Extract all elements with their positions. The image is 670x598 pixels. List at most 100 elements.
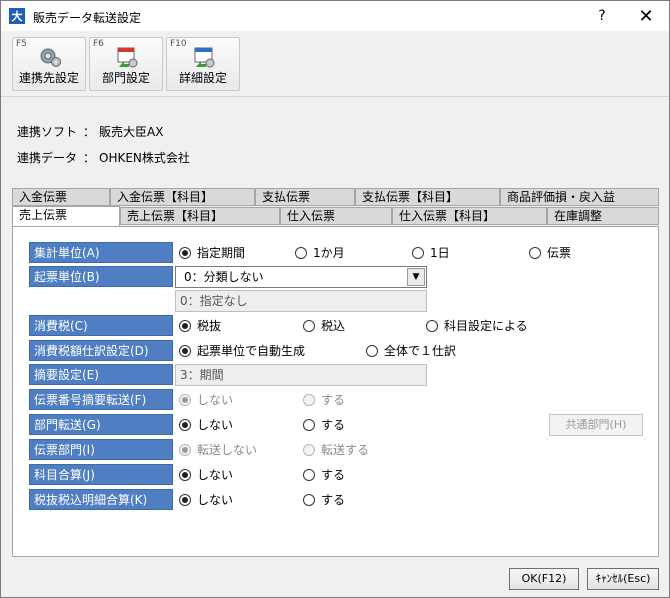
ok-button[interactable]: OK(F12) xyxy=(509,568,579,590)
summary-setting-label: 摘要設定(E) xyxy=(29,364,173,385)
toolbar-button-label: 連携先設定 xyxy=(18,71,79,85)
radio-label: 税込 xyxy=(321,319,346,333)
consumption-tax-label: 消費税(C) xyxy=(29,315,173,336)
select-value: 0：分類しない xyxy=(184,270,264,284)
radio-label: 税抜 xyxy=(197,319,222,333)
common-department-button[interactable]: 共通部門(H) xyxy=(549,414,643,436)
tab-payment-voucher[interactable]: 支払伝票 xyxy=(255,188,355,206)
radio-dot xyxy=(303,468,315,481)
radio-label: 起票単位で自動生成 xyxy=(197,344,306,358)
radio-label: 指定期間 xyxy=(197,246,246,260)
radio-label: する xyxy=(321,493,346,507)
voucher-department-radio-no: 転送しない xyxy=(179,439,257,460)
toolbar: F5 連携先設定 F6 部門設定 F10 詳細設定 xyxy=(1,31,669,97)
radio-label: しない xyxy=(197,418,234,432)
radio-label: 転送しない xyxy=(197,443,258,457)
radio-dot xyxy=(529,246,541,259)
chevron-down-icon[interactable]: ▼ xyxy=(407,268,425,286)
account-sum-radio-no[interactable]: しない xyxy=(179,464,233,485)
voucher-unit-label: 起票単位(B) xyxy=(29,266,173,287)
consumption-tax-radio-included[interactable]: 税込 xyxy=(303,315,345,336)
voucher-unit-sub-field: 0：指定なし xyxy=(175,290,427,312)
tab-valuation-loss[interactable]: 商品評価損・戻入益 xyxy=(500,188,659,206)
account-sum-label: 科目合算(J) xyxy=(29,464,173,485)
tax-entry-label: 消費税額仕訳設定(D) xyxy=(29,340,173,361)
radio-label: 1日 xyxy=(430,246,450,260)
partner-settings-button[interactable]: F5 連携先設定 xyxy=(12,37,86,91)
tab-inventory-adjustment[interactable]: 在庫調整 xyxy=(547,207,659,225)
aggregate-unit-radio-month[interactable]: 1か月 xyxy=(295,242,345,263)
linked-software-value: 販売大臣AX xyxy=(99,125,164,139)
radio-label: 伝票 xyxy=(547,246,572,260)
radio-label: しない xyxy=(197,493,234,507)
sales-voucher-panel: 集計単位(A) 指定期間 1か月 1日 伝票 起票単位(B) 0：分類しない ▼… xyxy=(12,226,659,557)
radio-dot xyxy=(426,319,438,332)
tab-sales-voucher-account[interactable]: 売上伝票【科目】 xyxy=(120,207,280,225)
radio-dot xyxy=(412,246,424,259)
close-button[interactable]: ✕ xyxy=(623,1,669,31)
tax-detail-sum-radio-no[interactable]: しない xyxy=(179,489,233,510)
radio-label: 転送する xyxy=(321,443,370,457)
colon: ： xyxy=(82,125,95,139)
consumption-tax-radio-by-account[interactable]: 科目設定による xyxy=(426,315,528,336)
detail-settings-icon xyxy=(194,47,215,68)
radio-dot xyxy=(179,418,191,431)
linked-software-label: 連携ソフト xyxy=(17,125,78,139)
gear-icon xyxy=(40,48,61,67)
tab-purchase-voucher-account[interactable]: 仕入伝票【科目】 xyxy=(392,207,547,225)
radio-label: する xyxy=(321,418,346,432)
tax-detail-sum-radio-yes[interactable]: する xyxy=(303,489,345,510)
department-icon xyxy=(117,47,138,68)
consumption-tax-radio-excluded[interactable]: 税抜 xyxy=(179,315,221,336)
aggregate-unit-radio-day[interactable]: 1日 xyxy=(412,242,450,263)
aggregate-unit-radio-voucher[interactable]: 伝票 xyxy=(529,242,571,263)
radio-label: しない xyxy=(197,393,234,407)
dialog-window: 大 販売データ転送設定 ? ✕ F5 連携先設定 F6 部門設定 F10 詳細設… xyxy=(0,0,670,598)
radio-label: 1か月 xyxy=(313,246,345,260)
colon: ： xyxy=(82,151,95,165)
department-transfer-radio-no[interactable]: しない xyxy=(179,414,233,435)
radio-dot xyxy=(303,443,315,456)
radio-dot xyxy=(179,468,191,481)
radio-label: する xyxy=(321,468,346,482)
shortcut-key-label: F10 xyxy=(170,39,187,49)
voucher-number-summary-radio-yes: する xyxy=(303,389,345,410)
tax-entry-radio-auto[interactable]: 起票単位で自動生成 xyxy=(179,340,305,361)
shortcut-key-label: F6 xyxy=(93,39,104,49)
department-settings-button[interactable]: F6 部門設定 xyxy=(89,37,163,91)
department-transfer-radio-yes[interactable]: する xyxy=(303,414,345,435)
radio-label: する xyxy=(321,393,346,407)
radio-label: 全体で１仕訳 xyxy=(384,344,457,358)
cancel-button[interactable]: ｷｬﾝｾﾙ(Esc) xyxy=(587,568,659,590)
tax-entry-radio-single[interactable]: 全体で１仕訳 xyxy=(366,340,456,361)
radio-dot xyxy=(295,246,307,259)
summary-setting-field: 3：期間 xyxy=(175,364,427,386)
voucher-unit-select[interactable]: 0：分類しない ▼ xyxy=(175,266,427,288)
aggregate-unit-radio-period[interactable]: 指定期間 xyxy=(179,242,245,263)
window-title: 販売データ転送設定 xyxy=(33,11,142,25)
tab-receipt-voucher[interactable]: 入金伝票 xyxy=(12,188,110,206)
radio-dot xyxy=(179,319,191,332)
radio-label: 科目設定による xyxy=(444,319,528,333)
linked-data-label: 連携データ xyxy=(17,151,78,165)
tab-payment-voucher-account[interactable]: 支払伝票【科目】 xyxy=(355,188,500,206)
help-button[interactable]: ? xyxy=(579,1,625,31)
toolbar-button-label: 詳細設定 xyxy=(178,71,227,85)
aggregate-unit-label: 集計単位(A) xyxy=(29,242,173,263)
linked-data-row: 連携データ ： OHKEN株式会社 xyxy=(17,149,190,166)
voucher-number-summary-label: 伝票番号摘要転送(F) xyxy=(29,389,173,410)
radio-dot xyxy=(303,393,315,406)
radio-dot xyxy=(179,344,191,357)
tax-detail-sum-label: 税抜税込明細合算(K) xyxy=(29,489,173,510)
app-icon: 大 xyxy=(9,8,25,24)
radio-dot xyxy=(179,443,191,456)
tab-sales-voucher[interactable]: 売上伝票 xyxy=(12,206,120,226)
tab-purchase-voucher[interactable]: 仕入伝票 xyxy=(280,207,392,225)
title-bar: 大 販売データ転送設定 ? ✕ xyxy=(1,1,669,31)
tab-receipt-voucher-account[interactable]: 入金伝票【科目】 xyxy=(110,188,255,206)
linked-software-row: 連携ソフト ： 販売大臣AX xyxy=(17,123,163,140)
voucher-department-label: 伝票部門(I) xyxy=(29,439,173,460)
account-sum-radio-yes[interactable]: する xyxy=(303,464,345,485)
detail-settings-button[interactable]: F10 詳細設定 xyxy=(166,37,240,91)
shortcut-key-label: F5 xyxy=(16,39,27,49)
